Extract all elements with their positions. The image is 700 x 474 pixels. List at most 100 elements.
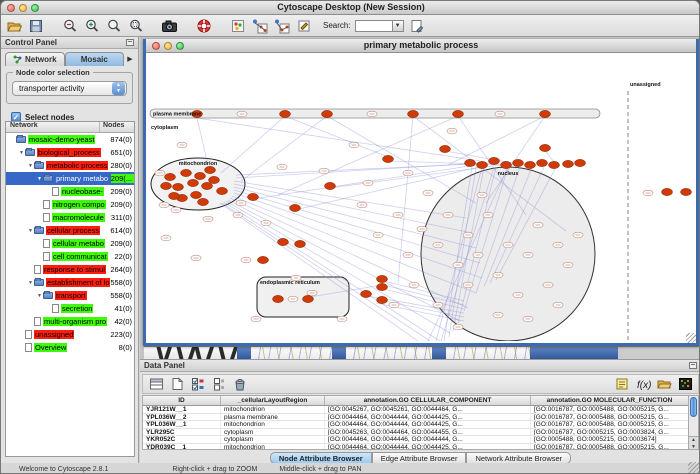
snapshot-camera-icon[interactable] xyxy=(161,17,179,35)
background-window-fragment[interactable] xyxy=(237,346,251,359)
table-row[interactable]: YPL036W__1mitochondrion[GO:0044464, GO:0… xyxy=(143,421,689,429)
tree-column-nodes[interactable]: Nodes xyxy=(100,122,134,132)
selected-gene-node[interactable] xyxy=(501,161,512,168)
selected-gene-node[interactable] xyxy=(295,240,306,247)
column-header[interactable]: _cellularLayoutRegion xyxy=(221,396,325,405)
selected-gene-node[interactable] xyxy=(303,295,314,302)
tree-row-secretion[interactable]: secretion41(0) xyxy=(6,302,134,315)
minimize-button[interactable] xyxy=(19,4,27,12)
search-dropdown-arrow[interactable]: ▼ xyxy=(393,20,404,32)
tree-row-nitrogen-compo[interactable]: nitrogen compo209(0) xyxy=(6,198,134,211)
selected-gene-node[interactable] xyxy=(662,188,673,195)
selected-gene-node[interactable] xyxy=(525,161,536,168)
close-button[interactable] xyxy=(152,42,160,50)
zoom-button[interactable] xyxy=(176,42,184,50)
tree-expand-arrow[interactable]: ▼ xyxy=(27,228,34,234)
background-window-fragment[interactable] xyxy=(346,346,432,359)
selected-gene-node[interactable] xyxy=(169,192,180,199)
selected-gene-node[interactable] xyxy=(191,191,202,198)
scrollbar-arrows[interactable]: ▲▼ xyxy=(688,436,699,450)
selected-gene-node[interactable] xyxy=(217,187,228,194)
selected-gene-node[interactable] xyxy=(408,110,419,117)
tree-column-network[interactable]: Network xyxy=(6,122,100,132)
open-file-icon[interactable] xyxy=(5,17,23,35)
selected-gene-node[interactable] xyxy=(681,188,692,195)
tab-network[interactable]: Network xyxy=(5,52,65,66)
selected-gene-node[interactable] xyxy=(361,290,372,297)
window-resize-grip[interactable] xyxy=(686,333,696,343)
float-panel-icon[interactable] xyxy=(689,362,697,369)
selected-gene-node[interactable] xyxy=(513,159,524,166)
layout-network-icon[interactable] xyxy=(251,17,269,35)
attribute-table-icon[interactable] xyxy=(147,375,165,393)
background-window-fragment[interactable] xyxy=(530,346,618,359)
selected-gene-node[interactable] xyxy=(161,182,172,189)
node-color-select[interactable]: transporter activity ▲▼ xyxy=(12,81,127,96)
unselect-attributes-icon[interactable] xyxy=(210,375,228,393)
minimize-button[interactable] xyxy=(164,42,172,50)
zoom-button[interactable] xyxy=(31,4,39,12)
search-config-icon[interactable] xyxy=(408,17,426,35)
selected-gene-node[interactable] xyxy=(563,160,574,167)
selected-gene-node[interactable] xyxy=(383,155,394,162)
edit-network-icon[interactable] xyxy=(273,17,291,35)
tree-row-cellular-metabo[interactable]: cellular metabo209(0) xyxy=(6,237,134,250)
selected-gene-node[interactable] xyxy=(325,182,336,189)
tree-row-transport[interactable]: ▼transport558(0) xyxy=(6,289,134,302)
table-row[interactable]: YKR052Ccytoplasm[GO:0044464, GO:0044446,… xyxy=(143,436,689,444)
tree-row-cellular-process[interactable]: ▼cellular process614(0) xyxy=(6,224,134,237)
app-resize-grip[interactable] xyxy=(688,462,699,473)
close-button[interactable] xyxy=(7,4,15,12)
selected-gene-node[interactable] xyxy=(248,193,259,200)
selected-gene-node[interactable] xyxy=(202,182,213,189)
selected-gene-node[interactable] xyxy=(188,179,199,186)
selected-gene-node[interactable] xyxy=(173,183,184,190)
import-attributes-icon[interactable] xyxy=(655,375,673,393)
selected-gene-node[interactable] xyxy=(537,159,548,166)
selected-gene-node[interactable] xyxy=(489,157,500,164)
selected-gene-node[interactable] xyxy=(198,198,209,205)
background-window-fragment[interactable] xyxy=(251,346,332,359)
tree-expand-arrow[interactable]: ▼ xyxy=(36,176,43,182)
selected-gene-node[interactable] xyxy=(453,110,464,117)
selected-gene-node[interactable] xyxy=(165,173,176,180)
table-row[interactable]: YJR121W__1mitochondrion[GO:0045267, GO:0… xyxy=(143,406,689,414)
zoom-in-icon[interactable] xyxy=(83,17,101,35)
help-lifering-icon[interactable] xyxy=(195,17,213,35)
selected-gene-node[interactable] xyxy=(280,110,291,117)
selected-gene-node[interactable] xyxy=(440,145,451,152)
zoom-fit-icon[interactable] xyxy=(105,17,123,35)
float-panel-icon[interactable] xyxy=(126,39,134,46)
background-window-fragment[interactable] xyxy=(332,346,346,359)
tab-overflow-arrow[interactable]: ▶ xyxy=(124,52,136,66)
zoom-out-icon[interactable] xyxy=(61,17,79,35)
search-input[interactable] xyxy=(355,20,393,32)
background-window-fragment[interactable] xyxy=(432,346,446,359)
selected-gene-node[interactable] xyxy=(477,161,488,168)
background-window-fragment[interactable] xyxy=(446,346,530,359)
table-row[interactable]: YLR295Ccytoplasm[GO:0045263, GO:0044464,… xyxy=(143,429,689,437)
selected-gene-node[interactable] xyxy=(540,110,551,117)
scrollbar-thumb[interactable] xyxy=(690,397,697,417)
table-row[interactable]: YDR039C__1mitochondrion[GO:0044464, GO:0… xyxy=(143,444,689,451)
table-row[interactable]: YPL036W__2plasma membrane[GO:0044464, GO… xyxy=(143,414,689,422)
network-window-titlebar[interactable]: primary metabolic process xyxy=(146,39,696,53)
column-header[interactable]: ID xyxy=(143,396,221,405)
tree-row-unassigned[interactable]: unassigned223(0) xyxy=(6,328,134,341)
selected-gene-node[interactable] xyxy=(465,159,476,166)
formula-builder-icon[interactable]: f(x) xyxy=(634,375,652,393)
network-canvas[interactable]: plasma membranecytoplasmmitochondrionnuc… xyxy=(146,53,694,341)
selected-gene-node[interactable] xyxy=(549,161,560,168)
selected-gene-node[interactable] xyxy=(258,256,269,263)
tree-row-nucleobase-[interactable]: nucleobase-209(0) xyxy=(6,185,134,198)
selected-gene-node[interactable] xyxy=(205,166,216,173)
tree-row-overview[interactable]: Overview8(0) xyxy=(6,341,134,354)
tree-row-primary-metabo[interactable]: ▼primary metabo209(... xyxy=(6,172,134,185)
tree-expand-arrow[interactable]: ▼ xyxy=(18,150,25,156)
tree-row-multi-organism-pro[interactable]: multi-organism pro42(0) xyxy=(6,315,134,328)
background-window-fragment[interactable] xyxy=(618,346,700,359)
tree-row-macromolecule[interactable]: macromolecule311(0) xyxy=(6,211,134,224)
selected-gene-node[interactable] xyxy=(290,204,301,211)
tree-row-cell-communicat[interactable]: cell communicat22(0) xyxy=(6,250,134,263)
selected-gene-node[interactable] xyxy=(322,110,333,117)
